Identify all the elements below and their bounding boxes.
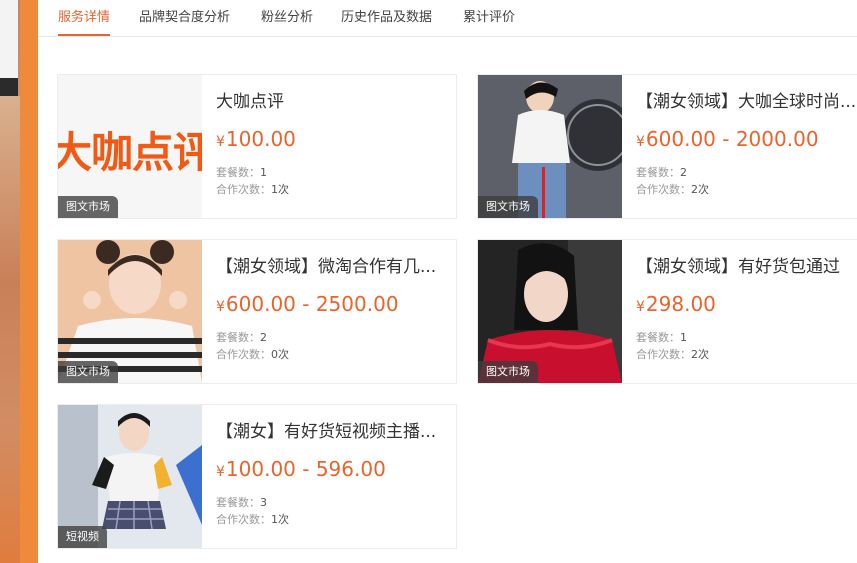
- card-title[interactable]: 【潮女领域】大咖全球时尚...: [636, 87, 857, 112]
- background-panel-strip: [0, 0, 38, 563]
- card-package-count: 套餐数：1: [636, 329, 687, 345]
- service-card[interactable]: 大咖点评 图文市场 大咖点评 ¥100.00 套餐数：1 合作次数：1次: [57, 74, 457, 219]
- cooperation-label: 合作次数：: [216, 183, 271, 196]
- price-value: 600.00 - 2500.00: [225, 292, 399, 316]
- currency-symbol: ¥: [216, 299, 225, 315]
- card-package-count: 套餐数：3: [216, 494, 267, 510]
- service-card[interactable]: 短视频 【潮女】有好货短视频主播... ¥100.00 - 596.00 套餐数…: [57, 404, 457, 549]
- card-title[interactable]: 【潮女领域】有好货包通过: [636, 252, 857, 277]
- cooperation-value: 1次: [271, 183, 289, 196]
- price-value: 100.00 - 596.00: [225, 457, 386, 481]
- card-price: ¥600.00 - 2500.00: [216, 292, 399, 316]
- cooperation-label: 合作次数：: [216, 348, 271, 361]
- tab-brand-fit-analysis[interactable]: 品牌契合度分析: [139, 6, 230, 36]
- tab-reviews[interactable]: 累计评价: [463, 6, 515, 36]
- card-cooperation-count: 合作次数：1次: [216, 181, 289, 197]
- strip-accent: [20, 0, 38, 563]
- package-label: 套餐数：: [216, 166, 260, 179]
- thumbnail-text: 大咖点评: [58, 128, 202, 177]
- package-label: 套餐数：: [636, 331, 680, 344]
- package-label: 套餐数：: [636, 166, 680, 179]
- tab-history-works[interactable]: 历史作品及数据: [341, 6, 432, 36]
- strip-dark-bar: [0, 78, 18, 96]
- cooperation-value: 0次: [271, 348, 289, 361]
- card-title[interactable]: 大咖点评: [216, 87, 451, 112]
- card-thumbnail: 短视频: [58, 405, 202, 548]
- card-category-badge: 图文市场: [478, 361, 538, 383]
- card-cooperation-count: 合作次数：2次: [636, 346, 709, 362]
- card-thumbnail: 图文市场: [58, 240, 202, 383]
- cooperation-value: 1次: [271, 513, 289, 526]
- card-title[interactable]: 【潮女】有好货短视频主播...: [216, 417, 451, 442]
- service-card[interactable]: 图文市场 【潮女领域】微淘合作有几... ¥600.00 - 2500.00 套…: [57, 239, 457, 384]
- currency-symbol: ¥: [216, 464, 225, 480]
- card-cooperation-count: 合作次数：1次: [216, 511, 289, 527]
- card-category-badge: 图文市场: [58, 361, 118, 383]
- service-card[interactable]: 图文市场 【潮女领域】大咖全球时尚... ¥600.00 - 2000.00 套…: [477, 74, 857, 219]
- tab-fan-analysis[interactable]: 粉丝分析: [261, 6, 313, 36]
- card-cooperation-count: 合作次数：2次: [636, 181, 709, 197]
- card-package-count: 套餐数：2: [636, 164, 687, 180]
- package-value: 2: [680, 166, 687, 179]
- card-package-count: 套餐数：1: [216, 164, 267, 180]
- card-price: ¥298.00: [636, 292, 716, 316]
- currency-symbol: ¥: [216, 134, 225, 150]
- currency-symbol: ¥: [636, 134, 645, 150]
- cooperation-value: 2次: [691, 348, 709, 361]
- package-value: 2: [260, 331, 267, 344]
- card-thumbnail: 大咖点评 图文市场: [58, 75, 202, 218]
- cooperation-label: 合作次数：: [216, 513, 271, 526]
- service-card[interactable]: 图文市场 【潮女领域】有好货包通过 ¥298.00 套餐数：1 合作次数：2次: [477, 239, 857, 384]
- card-category-badge: 图文市场: [478, 196, 538, 218]
- strip-shade: [0, 96, 20, 563]
- package-value: 1: [260, 166, 267, 179]
- strip-top-block: [0, 0, 18, 80]
- cooperation-value: 2次: [691, 183, 709, 196]
- package-value: 1: [680, 331, 687, 344]
- card-thumbnail: 图文市场: [478, 75, 622, 218]
- card-price: ¥100.00 - 596.00: [216, 457, 386, 481]
- price-value: 600.00 - 2000.00: [645, 127, 819, 151]
- card-title[interactable]: 【潮女领域】微淘合作有几...: [216, 252, 451, 277]
- card-package-count: 套餐数：2: [216, 329, 267, 345]
- price-value: 298.00: [645, 292, 716, 316]
- currency-symbol: ¥: [636, 299, 645, 315]
- card-thumbnail: 图文市场: [478, 240, 622, 383]
- card-price: ¥100.00: [216, 127, 296, 151]
- package-value: 3: [260, 496, 267, 509]
- card-price: ¥600.00 - 2000.00: [636, 127, 819, 151]
- cooperation-label: 合作次数：: [636, 348, 691, 361]
- detail-tabs: 服务详情 品牌契合度分析 粉丝分析 历史作品及数据 累计评价: [38, 0, 857, 37]
- package-label: 套餐数：: [216, 331, 260, 344]
- card-category-badge: 图文市场: [58, 196, 118, 218]
- tab-service-details[interactable]: 服务详情: [58, 6, 111, 36]
- card-cooperation-count: 合作次数：0次: [216, 346, 289, 362]
- package-label: 套餐数：: [216, 496, 260, 509]
- price-value: 100.00: [225, 127, 296, 151]
- cooperation-label: 合作次数：: [636, 183, 691, 196]
- card-category-badge: 短视频: [58, 526, 107, 548]
